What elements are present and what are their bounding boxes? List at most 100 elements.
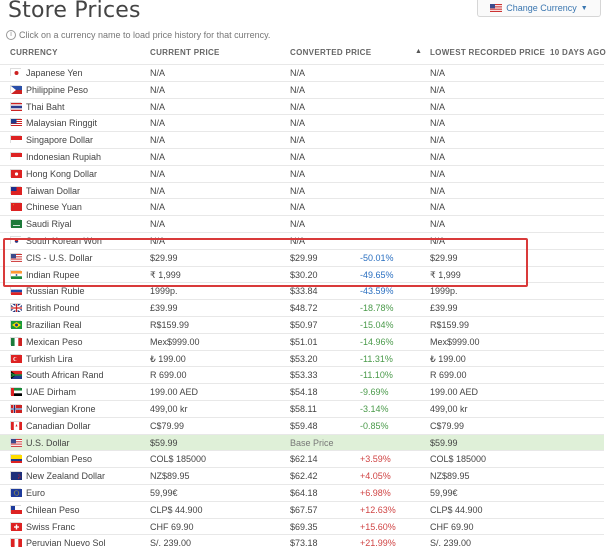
price-change-percent: -50.01% bbox=[360, 252, 394, 263]
currency-name-link[interactable]: Norwegian Krone bbox=[26, 404, 96, 414]
table-row: Russian Ruble 1999р. $33.84 -43.59% 1999р. bbox=[0, 282, 604, 299]
mx-flag-icon bbox=[10, 336, 22, 346]
currency-name-link[interactable]: Russian Ruble bbox=[26, 286, 85, 296]
ca-flag-icon bbox=[10, 420, 22, 430]
ph-flag-icon bbox=[10, 84, 22, 94]
current-price-cell: S/. 239.00 bbox=[150, 538, 192, 549]
kr-flag-icon bbox=[10, 235, 22, 245]
table-row: Euro 59,99€ $64.18 +6.98% 59,99€ bbox=[0, 483, 604, 501]
hint-text: i Click on a currency name to load price… bbox=[6, 30, 270, 40]
lowest-recorded-price-cell: N/A bbox=[430, 135, 446, 146]
converted-price-cell: $67.57 bbox=[290, 504, 318, 515]
currency-name-link[interactable]: Japanese Yen bbox=[26, 68, 83, 78]
converted-price-cell: N/A bbox=[290, 84, 306, 95]
lowest-recorded-price-cell: R$159.99 bbox=[430, 319, 470, 330]
converted-price-cell: $33.84 bbox=[290, 286, 318, 297]
table-row: Mexican Peso Mex$999.00 $51.01 -14.96% Mex$9… bbox=[0, 332, 604, 350]
current-price-cell: NZ$89.95 bbox=[150, 471, 190, 482]
change-currency-button[interactable]: Change Currency ▼ bbox=[477, 0, 601, 17]
lowest-recorded-price-cell: N/A bbox=[430, 101, 446, 112]
header-converted-price[interactable]: CONVERTED PRICE bbox=[290, 48, 371, 57]
currency-name-link[interactable]: Peruvian Nuevo Sol bbox=[26, 538, 106, 548]
currency-name-link[interactable]: South African Rand bbox=[26, 370, 104, 380]
currency-name-link[interactable]: Saudi Riyal bbox=[26, 219, 72, 229]
in-flag-icon bbox=[10, 269, 22, 279]
current-price-cell: 59,99€ bbox=[150, 487, 178, 498]
current-price-cell: 199.00 AED bbox=[150, 387, 199, 398]
co-flag-icon bbox=[10, 454, 22, 464]
current-price-cell: N/A bbox=[150, 84, 166, 95]
lowest-recorded-price-cell: CHF 69.90 bbox=[430, 521, 474, 532]
converted-price-cell: $62.14 bbox=[290, 454, 318, 465]
converted-price-cell: $29.99 bbox=[290, 252, 318, 263]
lowest-recorded-price-cell: N/A bbox=[430, 235, 446, 246]
cis-flag-icon bbox=[10, 252, 22, 262]
table-row: Chilean Peso CLP$ 44.900 $67.57 +12.63% CLP$… bbox=[0, 500, 604, 518]
sort-ascending-icon[interactable]: ▲ bbox=[415, 48, 422, 55]
currency-name-link[interactable]: UAE Dirham bbox=[26, 387, 76, 397]
table-row: Malaysian Ringgit N/A N/A N/A bbox=[0, 114, 604, 131]
currency-name-link[interactable]: Philippine Peso bbox=[26, 85, 88, 95]
currency-name-link[interactable]: Indian Rupee bbox=[26, 270, 80, 280]
id-flag-icon bbox=[10, 151, 22, 161]
converted-price-cell: N/A bbox=[290, 185, 306, 196]
currency-name-link[interactable]: Chinese Yuan bbox=[26, 202, 82, 212]
currency-name-link[interactable]: Thai Baht bbox=[26, 102, 65, 112]
table-row: Taiwan Dollar N/A N/A N/A bbox=[0, 181, 604, 199]
table-row: Singapore Dollar N/A N/A N/A bbox=[0, 131, 604, 148]
gb-flag-icon bbox=[10, 303, 22, 313]
current-price-cell: CHF 69.90 bbox=[150, 521, 194, 532]
cl-flag-icon bbox=[10, 504, 22, 514]
currency-name-link[interactable]: CIS - U.S. Dollar bbox=[26, 253, 93, 263]
currency-name-link[interactable]: New Zealand Dollar bbox=[26, 471, 105, 481]
lowest-recorded-price-cell: 59,99€ bbox=[430, 487, 458, 498]
currency-name-link[interactable]: South Korean Won bbox=[26, 236, 102, 246]
table-row: Peruvian Nuevo Sol S/. 239.00 $73.18 +21.99… bbox=[0, 534, 604, 551]
currency-name-link[interactable]: Euro bbox=[26, 488, 45, 498]
za-flag-icon bbox=[10, 370, 22, 380]
currency-name-link[interactable]: Canadian Dollar bbox=[26, 421, 91, 431]
table-row: British Pound £39.99 $48.72 -18.78% £39.99 bbox=[0, 299, 604, 316]
converted-price-cell: N/A bbox=[290, 151, 306, 162]
current-price-cell: CLP$ 44.900 bbox=[150, 504, 203, 515]
currency-name-link[interactable]: Turkish Lira bbox=[26, 354, 73, 364]
eu-flag-icon bbox=[10, 487, 22, 497]
table-row: Indonesian Rupiah N/A N/A N/A bbox=[0, 147, 604, 165]
lowest-recorded-price-cell: N/A bbox=[430, 219, 446, 230]
currency-name-link[interactable]: British Pound bbox=[26, 303, 80, 313]
table-row: Japanese Yen N/A N/A N/A bbox=[0, 64, 604, 81]
lowest-recorded-price-cell: C$79.99 bbox=[430, 420, 465, 431]
header-currency[interactable]: CURRENCY bbox=[10, 48, 58, 57]
currency-name-link[interactable]: Indonesian Rupiah bbox=[26, 152, 101, 162]
th-flag-icon bbox=[10, 101, 22, 111]
table-row: Norwegian Krone 499,00 kr $58.11 -3.14% 499,… bbox=[0, 399, 604, 417]
converted-price-cell: N/A bbox=[290, 101, 306, 112]
lowest-recorded-price-cell: ₺ 199.00 bbox=[430, 353, 466, 364]
currency-name-link[interactable]: Colombian Peso bbox=[26, 454, 92, 464]
converted-price-cell: $30.20 bbox=[290, 269, 318, 280]
currency-name-link[interactable]: Malaysian Ringgit bbox=[26, 118, 97, 128]
current-price-cell: N/A bbox=[150, 235, 166, 246]
table-row: Colombian Peso COL$ 185000 $62.14 +3.59% COL… bbox=[0, 450, 604, 467]
currency-name-link[interactable]: Chilean Peso bbox=[26, 505, 80, 515]
cn-flag-icon bbox=[10, 202, 22, 212]
lowest-recorded-price-cell: Mex$999.00 bbox=[430, 336, 480, 347]
table-row: UAE Dirham 199.00 AED $54.18 -9.69% 199.00 A… bbox=[0, 383, 604, 400]
currency-name-link[interactable]: Singapore Dollar bbox=[26, 135, 93, 145]
sg-flag-icon bbox=[10, 135, 22, 145]
ru-flag-icon bbox=[10, 286, 22, 296]
currency-name-link[interactable]: Swiss Franc bbox=[26, 522, 75, 532]
table-row: Turkish Lira ₺ 199.00 $53.20 -11.31% ₺ 199.0… bbox=[0, 349, 604, 367]
lowest-recorded-price-cell: CLP$ 44.900 bbox=[430, 504, 483, 515]
table-row: Saudi Riyal N/A N/A N/A bbox=[0, 215, 604, 232]
currency-name-link[interactable]: Taiwan Dollar bbox=[26, 186, 80, 196]
price-change-percent: -11.10% bbox=[360, 370, 393, 381]
header-lowest-recorded-price[interactable]: LOWEST RECORDED PRICE bbox=[430, 48, 545, 57]
currency-name-link[interactable]: U.S. Dollar bbox=[26, 438, 70, 448]
currency-name-link[interactable]: Brazilian Real bbox=[26, 320, 82, 330]
ae-flag-icon bbox=[10, 387, 22, 397]
currency-name-link[interactable]: Mexican Peso bbox=[26, 337, 83, 347]
price-change-percent: -11.31% bbox=[360, 353, 393, 364]
currency-name-link[interactable]: Hong Kong Dollar bbox=[26, 169, 97, 179]
header-current-price[interactable]: CURRENT PRICE bbox=[150, 48, 220, 57]
